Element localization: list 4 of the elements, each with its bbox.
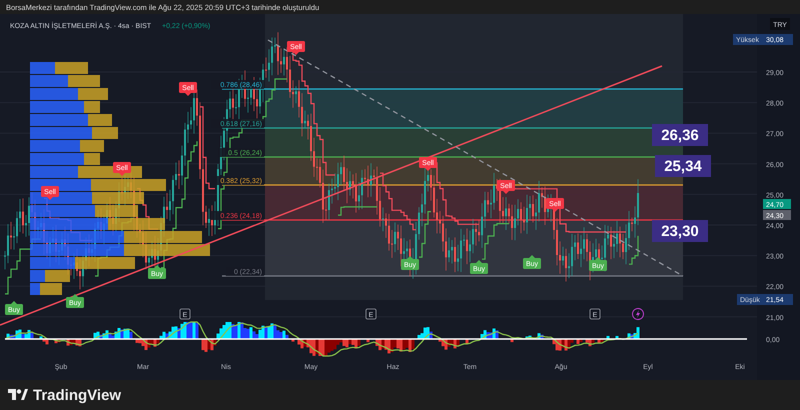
price-target-label: 26,36 [652, 124, 708, 146]
price-target-label: 25,34 [655, 155, 711, 177]
brand-name: TradingView [33, 386, 122, 404]
price-target-label: 23,30 [652, 220, 708, 242]
